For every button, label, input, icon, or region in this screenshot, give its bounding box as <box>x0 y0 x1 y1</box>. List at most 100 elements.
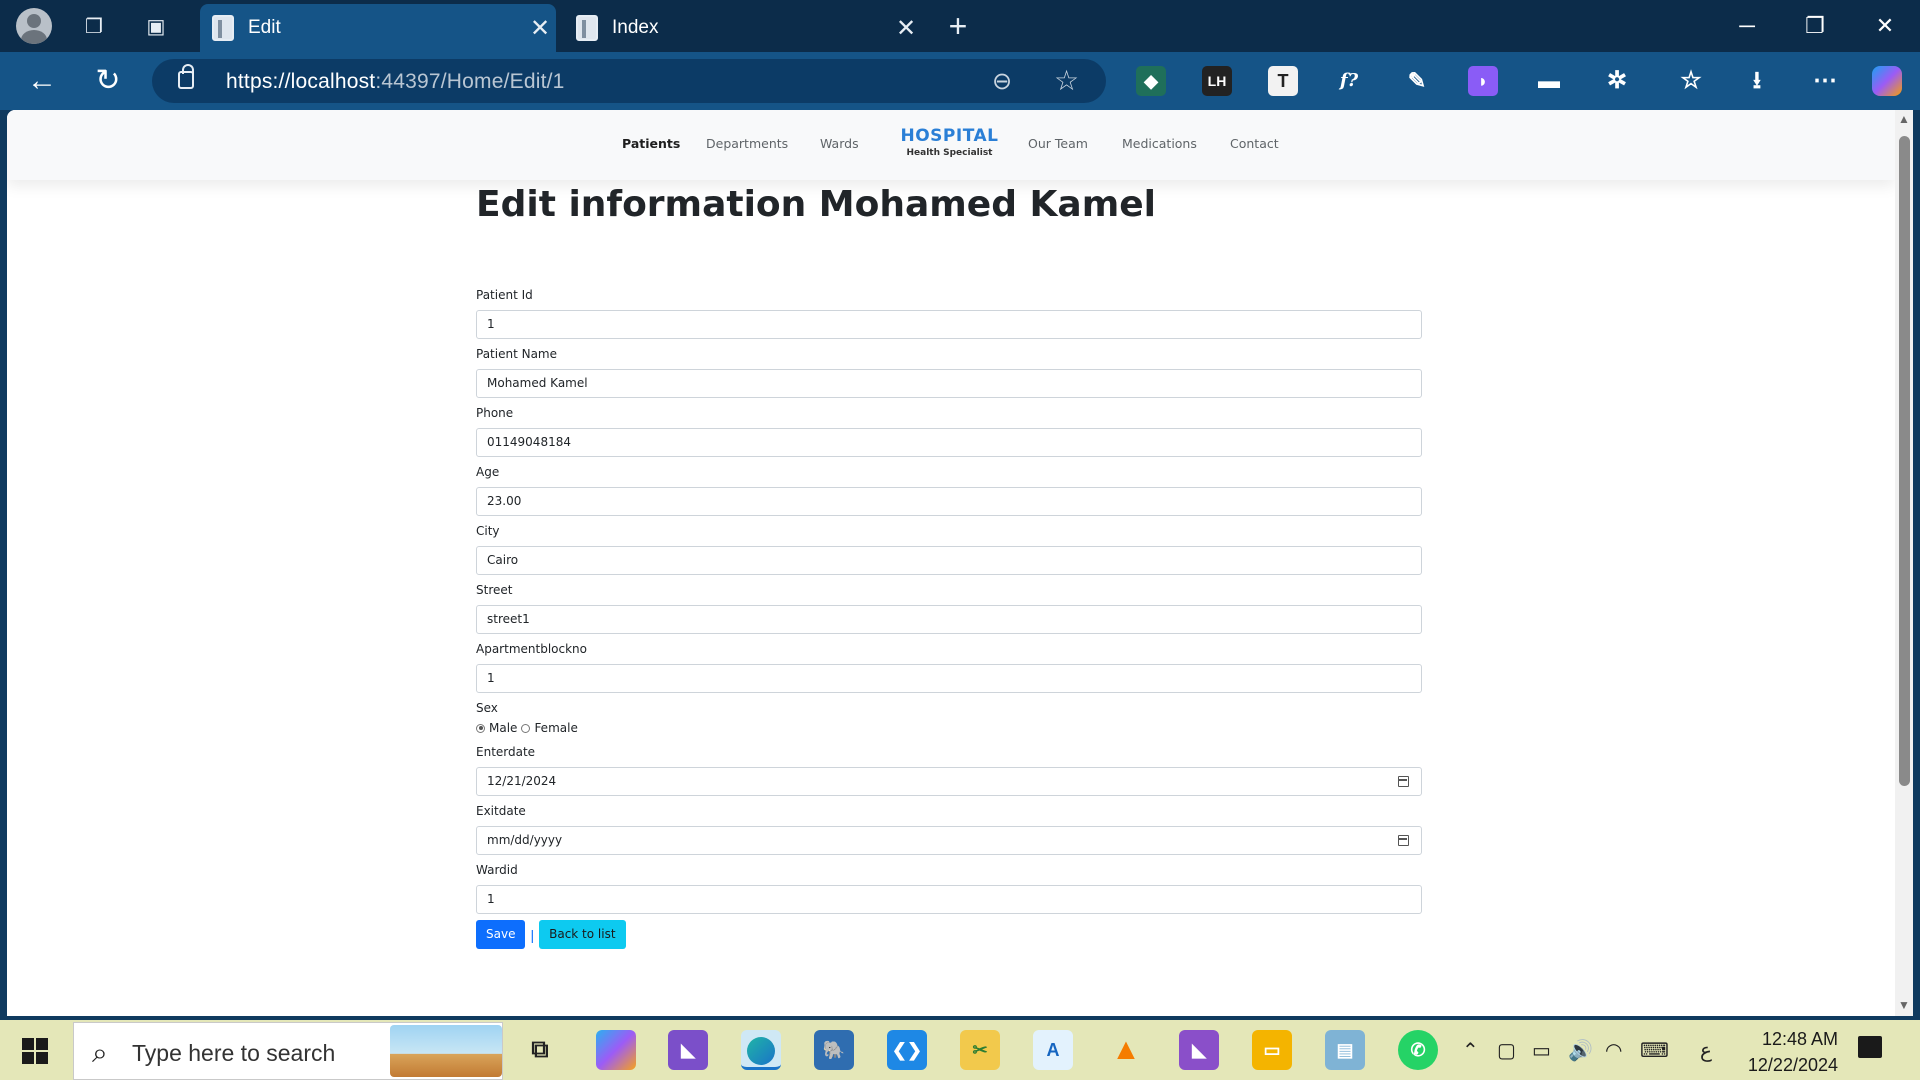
taskbar-clock[interactable]: 12:48 AM 12/22/2024 <box>1738 1026 1838 1078</box>
back-arrow-icon[interactable]: ← <box>22 62 62 100</box>
female-radio-label[interactable]: Female <box>534 721 577 735</box>
file-explorer-icon[interactable]: ▭ <box>1252 1030 1292 1070</box>
extensions-puzzle-icon[interactable]: ✲ <box>1602 66 1632 96</box>
exitdate-placeholder: mm/dd/yyyy <box>487 833 563 847</box>
patient-name-input[interactable]: Mohamed Kamel <box>476 369 1422 398</box>
url-path: :44397/Home/Edit/1 <box>375 70 565 93</box>
close-icon[interactable]: ✕ <box>524 14 556 43</box>
scrollbar-thumb[interactable] <box>1899 136 1910 786</box>
battery-icon[interactable]: ▭ <box>1532 1038 1551 1063</box>
save-button[interactable]: Save <box>476 920 526 949</box>
task-view-icon[interactable]: ⧉ <box>520 1030 560 1070</box>
zoom-out-icon[interactable]: ⊖ <box>992 67 1012 96</box>
taskbar-search-box[interactable]: ⌕ Type here to search <box>73 1022 503 1080</box>
windows-start-icon[interactable] <box>22 1038 48 1064</box>
visual-studio-icon[interactable]: ◣ <box>668 1030 708 1070</box>
nav-link-medications[interactable]: Medications <box>1122 136 1197 151</box>
extension-text-icon[interactable]: T <box>1268 66 1298 96</box>
vlc-icon[interactable]: ▲ <box>1106 1030 1146 1070</box>
notepad-icon[interactable]: ▤ <box>1325 1030 1365 1070</box>
show-hidden-icons-icon[interactable]: ⌃ <box>1462 1038 1479 1063</box>
profile-avatar-icon[interactable] <box>16 8 52 44</box>
phone-label: Phone <box>476 406 514 420</box>
copilot-app-icon[interactable] <box>596 1030 636 1070</box>
keyboard-icon[interactable]: ⌨ <box>1640 1038 1669 1063</box>
site-brand[interactable]: HOSPITAL Health Specialist <box>887 126 1012 158</box>
url-text[interactable]: https://localhost:44397/Home/Edit/1 <box>226 70 565 94</box>
scroll-up-icon[interactable]: ▲ <box>1898 112 1910 126</box>
window-close-icon[interactable]: ✕ <box>1860 6 1910 46</box>
refresh-icon[interactable]: ↻ <box>88 62 128 100</box>
visual-studio-preview-icon[interactable]: ◣ <box>1179 1030 1219 1070</box>
volume-icon[interactable]: 🔊 <box>1568 1038 1593 1063</box>
search-icon: ⌕ <box>92 1037 108 1068</box>
nav-link-our-team[interactable]: Our Team <box>1028 136 1088 151</box>
patient-name-label: Patient Name <box>476 347 557 361</box>
male-radio-label[interactable]: Male <box>489 721 517 735</box>
app-installer-icon[interactable]: A <box>1033 1030 1073 1070</box>
extension-font-icon[interactable]: f? <box>1334 66 1364 96</box>
address-bar[interactable]: https://localhost:44397/Home/Edit/1 ⊖ ☆ <box>152 59 1106 103</box>
age-input[interactable]: 23.00 <box>476 487 1422 516</box>
copilot-icon[interactable] <box>1872 66 1902 96</box>
wardid-input[interactable]: 1 <box>476 885 1422 914</box>
more-menu-icon[interactable]: ⋯ <box>1810 66 1840 96</box>
phone-input[interactable]: 01149048184 <box>476 428 1422 457</box>
downloads-icon[interactable]: ⭳ <box>1742 66 1772 96</box>
city-input[interactable]: Cairo <box>476 546 1422 575</box>
minimize-icon[interactable]: ─ <box>1722 6 1772 46</box>
sex-label: Sex <box>476 701 498 715</box>
edit-patient-form: Patient Id 1 Patient Name Mohamed Kamel … <box>476 286 1422 949</box>
nav-link-departments[interactable]: Departments <box>706 136 788 151</box>
restore-icon[interactable]: ❐ <box>1790 6 1840 46</box>
page-viewport: Patients Departments Wards HOSPITAL Heal… <box>7 110 1895 1016</box>
favorite-star-icon[interactable]: ☆ <box>1054 64 1079 97</box>
color-picker-icon[interactable]: ✎ <box>1402 66 1432 96</box>
scroll-down-icon[interactable]: ▼ <box>1898 998 1910 1012</box>
apartment-input[interactable]: 1 <box>476 664 1422 693</box>
extension-purple-icon[interactable]: ◗ <box>1468 66 1498 96</box>
favorites-icon[interactable]: ☆ <box>1676 66 1706 96</box>
page-scrollbar[interactable]: ▲ ▼ <box>1895 110 1913 1016</box>
extension-screen-icon[interactable]: ▬ <box>1534 66 1564 96</box>
male-radio[interactable] <box>476 723 485 733</box>
tab-index[interactable]: Index ✕ <box>564 4 922 52</box>
snip-tool-icon[interactable]: ✂ <box>960 1030 1000 1070</box>
nav-link-contact[interactable]: Contact <box>1230 136 1279 151</box>
windows-taskbar: ⌕ Type here to search ⧉ ◣ 🐘 ❮❯ ✂ A ▲ ◣ ▭… <box>0 1020 1920 1080</box>
lock-icon[interactable] <box>178 64 194 89</box>
brand-tagline: Health Specialist <box>906 148 993 158</box>
clock-date: 12/22/2024 <box>1747 1055 1838 1075</box>
wardid-label: Wardid <box>476 863 518 877</box>
close-icon[interactable]: ✕ <box>890 14 922 43</box>
nav-link-patients[interactable]: Patients <box>622 136 680 151</box>
url-host: https://localhost <box>226 70 376 93</box>
notification-icon[interactable] <box>1858 1036 1882 1058</box>
calendar-icon[interactable] <box>1398 776 1409 787</box>
input-language[interactable]: ع <box>1700 1038 1712 1063</box>
street-input[interactable]: street1 <box>476 605 1422 634</box>
new-tab-icon[interactable]: + <box>940 8 976 44</box>
meet-now-icon[interactable]: ▢ <box>1497 1038 1516 1063</box>
wifi-icon[interactable]: ◠ <box>1605 1038 1622 1063</box>
extension-diamond-icon[interactable]: ◆ <box>1136 66 1166 96</box>
back-to-list-button[interactable]: Back to list <box>539 920 626 949</box>
nav-link-wards[interactable]: Wards <box>820 136 859 151</box>
browser-tab-bar: ❐ ▣ Edit ✕ Index ✕ + ─ ❐ ✕ <box>0 0 1920 52</box>
workspaces-icon[interactable]: ❐ <box>78 10 110 42</box>
exitdate-input[interactable]: mm/dd/yyyy <box>476 826 1422 855</box>
enterdate-input[interactable]: 12/21/2024 <box>476 767 1422 796</box>
extension-lighthouse-icon[interactable]: LH <box>1202 66 1232 96</box>
edge-browser-icon[interactable] <box>741 1030 781 1070</box>
tab-edit[interactable]: Edit ✕ <box>200 4 556 52</box>
whatsapp-icon[interactable]: ✆ <box>1398 1030 1438 1070</box>
postgres-icon[interactable]: 🐘 <box>814 1030 854 1070</box>
patient-id-input[interactable]: 1 <box>476 310 1422 339</box>
form-actions: Save | Back to list <box>476 920 1422 949</box>
calendar-icon[interactable] <box>1398 835 1409 846</box>
vscode-icon[interactable]: ❮❯ <box>887 1030 927 1070</box>
vertical-tabs-icon[interactable]: ▣ <box>140 10 172 42</box>
brand-name: HOSPITAL <box>900 126 999 146</box>
browser-toolbar: ← ↻ https://localhost:44397/Home/Edit/1 … <box>0 52 1920 110</box>
female-radio[interactable] <box>521 723 531 733</box>
